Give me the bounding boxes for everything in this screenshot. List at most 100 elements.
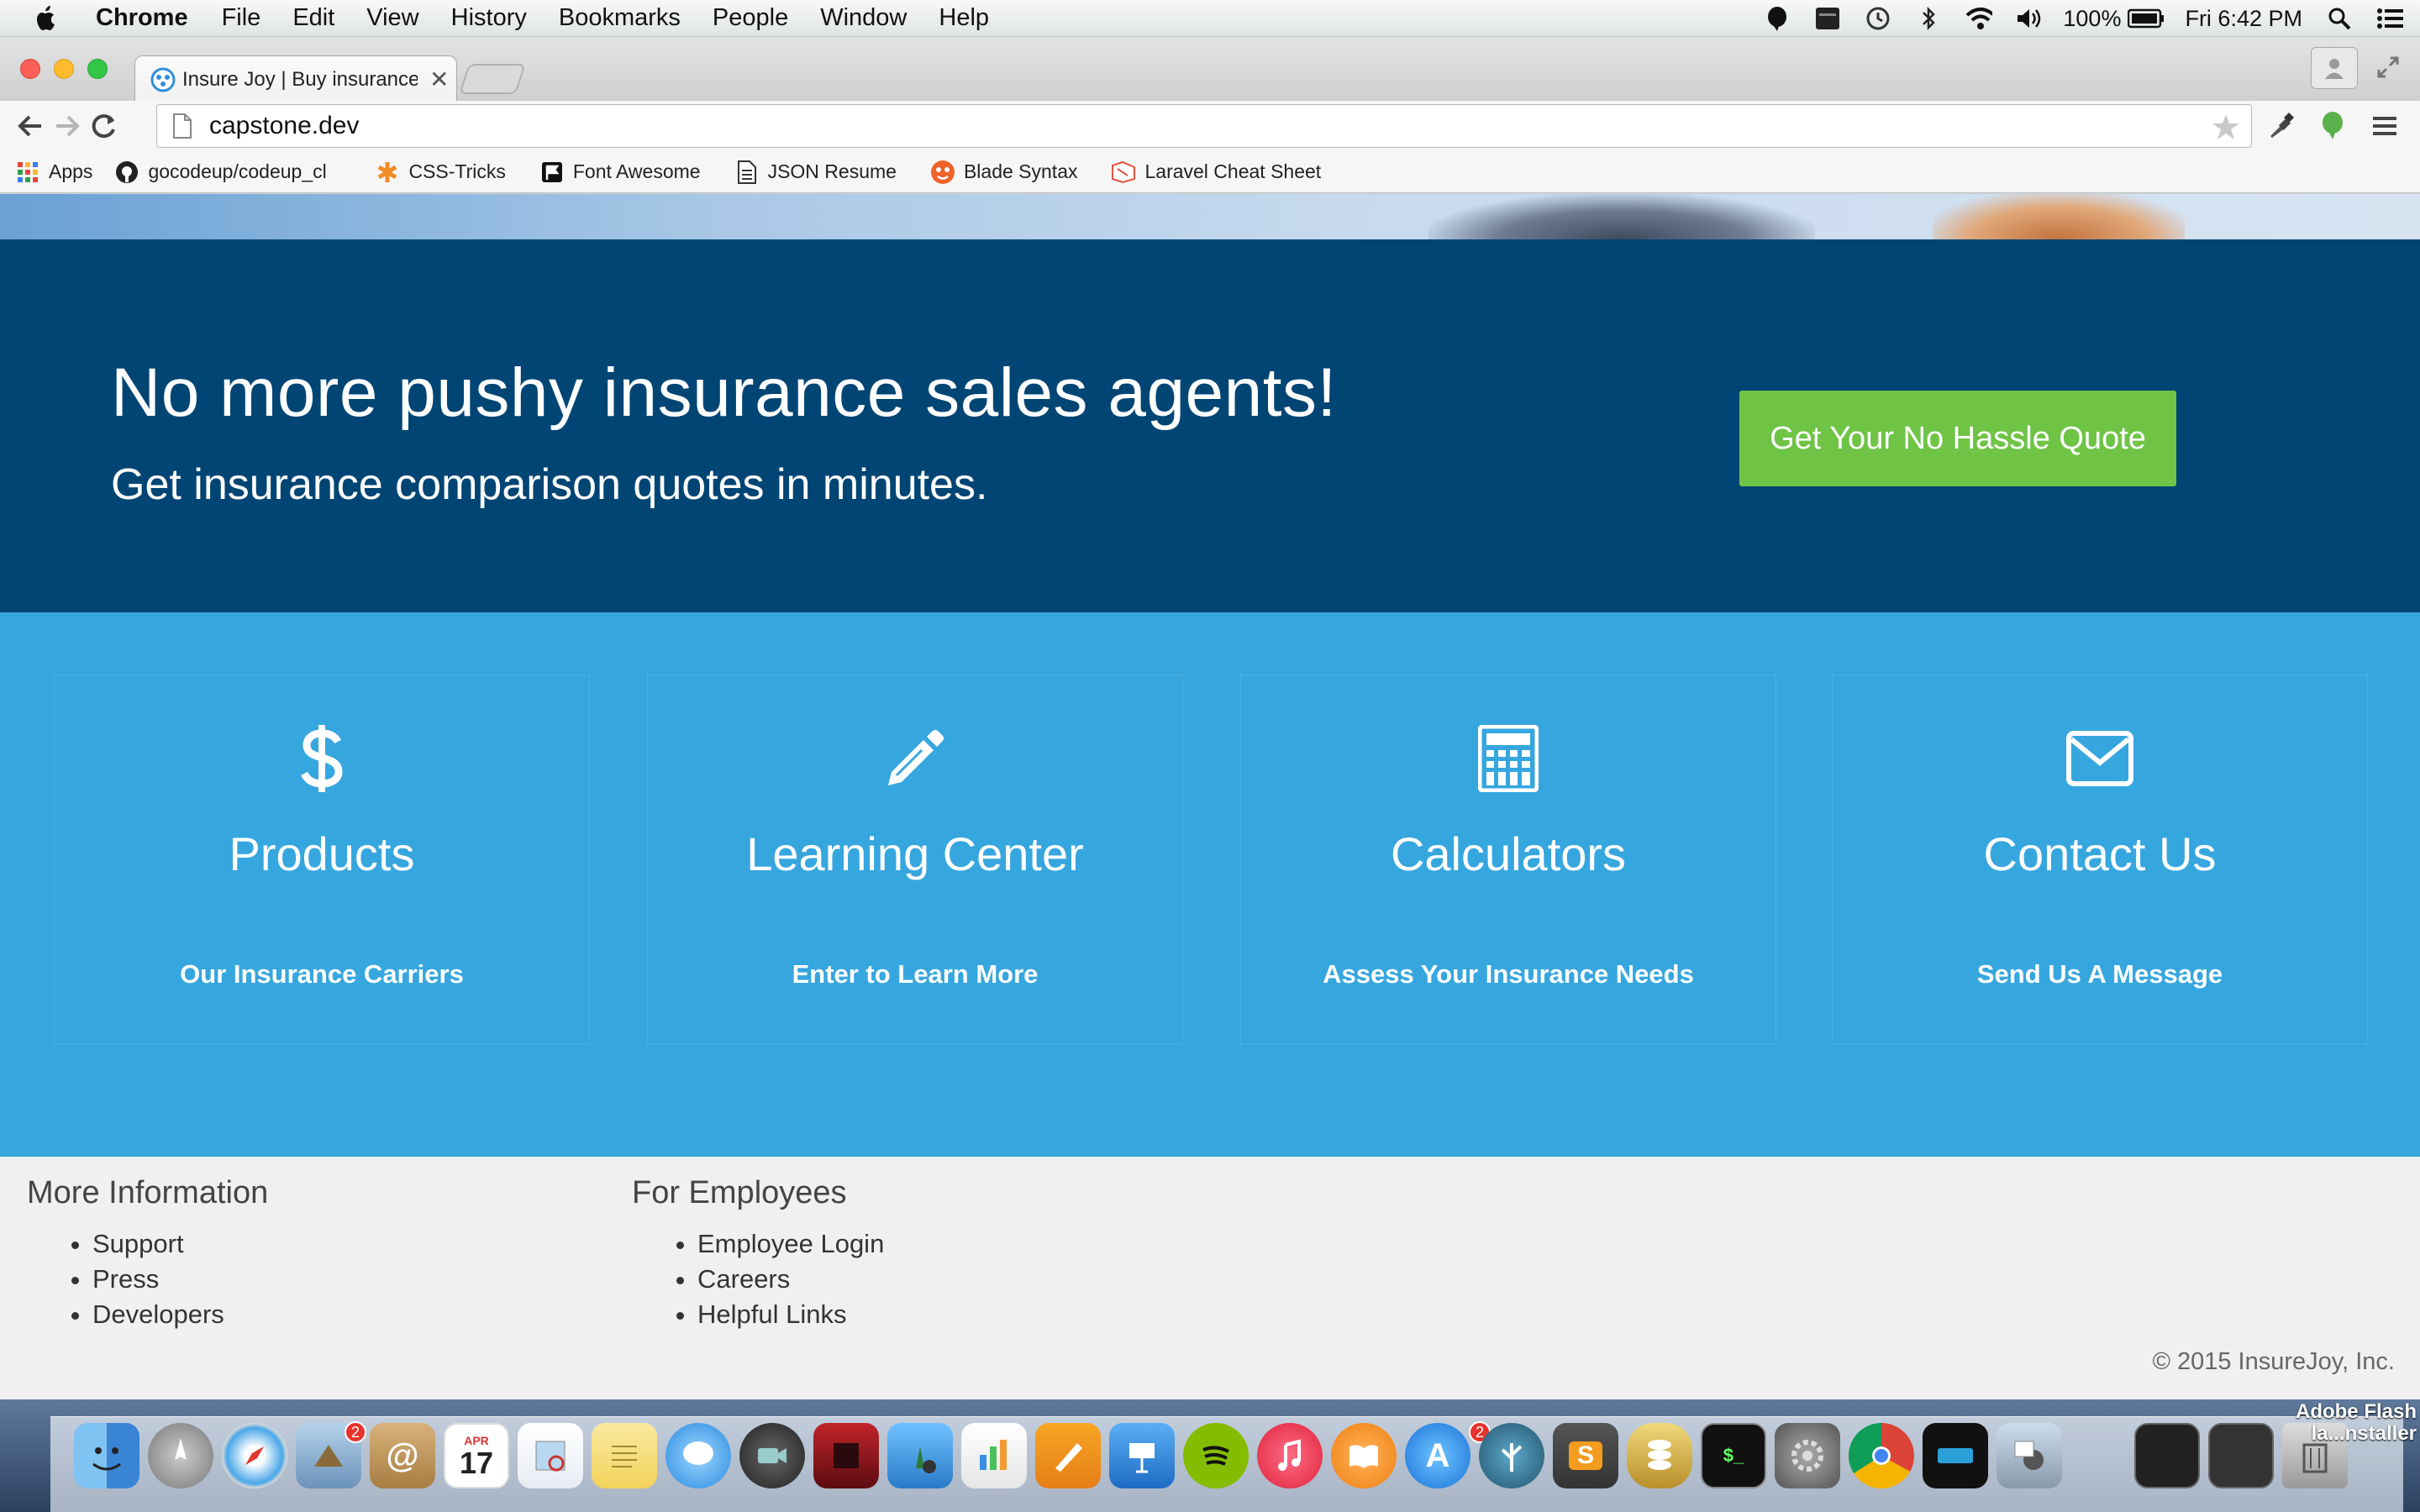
sourcetree-icon[interactable] (1479, 1423, 1544, 1488)
clock[interactable]: Fri 6:42 PM (2185, 6, 2302, 32)
fullscreen-icon[interactable] (2373, 52, 2403, 82)
sequel-pro-icon[interactable] (1627, 1423, 1692, 1488)
notification-center-icon[interactable] (2376, 5, 2403, 32)
keynote-icon[interactable] (1109, 1423, 1175, 1488)
safari-icon[interactable] (222, 1423, 287, 1488)
sublime-glyph: S (1568, 1441, 1602, 1470)
back-icon[interactable] (13, 109, 47, 143)
terminal-icon[interactable]: $_ (1701, 1423, 1766, 1488)
address-bar[interactable]: capstone.dev (156, 104, 2252, 148)
bookmark-label: Font Awesome (572, 160, 701, 182)
sublime-text-icon[interactable]: S (1553, 1423, 1618, 1488)
bookmark-star-icon[interactable] (2211, 112, 2241, 142)
tab-close-icon[interactable]: ✕ (429, 66, 449, 93)
feature-card-products[interactable]: Products Our Insurance Carriers (54, 675, 590, 1044)
footer-link-support[interactable]: Support (92, 1226, 268, 1262)
feature-link-learn[interactable]: Enter to Learn More (648, 959, 1182, 990)
menu-edit[interactable]: Edit (292, 4, 334, 32)
menu-window[interactable]: Window (820, 4, 907, 32)
get-quote-button[interactable]: Get Your No Hassle Quote (1739, 391, 2176, 486)
footer-link-press[interactable]: Press (92, 1262, 268, 1297)
feature-link-carriers[interactable]: Our Insurance Carriers (55, 959, 589, 990)
menu-bookmarks[interactable]: Bookmarks (559, 4, 681, 32)
tab-insure-joy[interactable]: Insure Joy | Buy insurance w ✕ (134, 55, 457, 102)
launchpad-icon[interactable] (148, 1423, 213, 1488)
footer-link-helpful-links[interactable]: Helpful Links (697, 1297, 884, 1332)
reload-icon[interactable] (87, 109, 121, 143)
battery-icon[interactable] (2128, 5, 2165, 32)
menu-app-name[interactable]: Chrome (96, 4, 188, 32)
bookmark-blade-syntax[interactable]: Blade Syntax (930, 160, 1078, 185)
notes-icon[interactable] (592, 1423, 657, 1488)
dock-notification-label: Adobe Flash la...nstaller (2296, 1401, 2417, 1445)
browser-toolbar: capstone.dev (0, 101, 2420, 151)
menu-view[interactable]: View (366, 4, 418, 32)
spotify-icon[interactable] (1183, 1423, 1249, 1488)
preview-icon[interactable] (518, 1423, 583, 1488)
footer-link-careers[interactable]: Careers (697, 1262, 884, 1297)
feature-card-contact-us[interactable]: Contact Us Send Us A Message (1832, 675, 2368, 1044)
menu-people[interactable]: People (713, 4, 788, 32)
banner-headline: No more pushy insurance sales agents! (111, 354, 1337, 431)
system-preferences-icon[interactable] (1775, 1423, 1840, 1488)
chrome-menu-icon[interactable] (2366, 108, 2403, 144)
window-zoom-button[interactable] (87, 59, 108, 79)
bookmark-font-awesome[interactable]: Font Awesome (539, 160, 701, 185)
hero-image (0, 194, 2420, 239)
bookmarks-bar: Apps gocodeup/codeup_cl CSS-Tricks Font … (0, 151, 2420, 193)
bookmark-json-resume[interactable]: JSON Resume (734, 160, 897, 185)
bookmark-apps[interactable]: Apps (15, 160, 92, 185)
tab-strip: Insure Joy | Buy insurance w ✕ (0, 37, 2420, 102)
menu-help[interactable]: Help (939, 4, 989, 32)
cta-banner: No more pushy insurance sales agents! Ge… (0, 239, 2420, 612)
evernote-icon[interactable] (1764, 5, 1791, 32)
apple-menu-icon[interactable] (34, 4, 59, 33)
profile-icon[interactable] (2311, 47, 2358, 89)
menu-history[interactable]: History (451, 4, 527, 32)
time-machine-icon[interactable] (1865, 5, 1891, 32)
footer-link-employee-login[interactable]: Employee Login (697, 1226, 884, 1262)
minimized-window-thumbnail[interactable] (2134, 1423, 2200, 1488)
istat-icon[interactable] (1814, 5, 1841, 32)
menu-file[interactable]: File (222, 4, 261, 32)
app-store-icon[interactable]: A (1405, 1423, 1470, 1488)
feature-card-learning-center[interactable]: Learning Center Enter to Learn More (647, 675, 1183, 1044)
chrome-icon[interactable] (1849, 1423, 1914, 1488)
forward-icon[interactable] (50, 109, 84, 143)
minimized-window-thumbnail[interactable] (2208, 1423, 2274, 1488)
bookmark-laravel-cheat-sheet[interactable]: Laravel Cheat Sheet (1111, 160, 1321, 185)
footer-link-developers[interactable]: Developers (92, 1297, 268, 1332)
numbers-icon[interactable] (961, 1423, 1027, 1488)
facetime-icon[interactable] (739, 1423, 805, 1488)
window-close-button[interactable] (20, 59, 40, 79)
spotlight-icon[interactable] (2326, 5, 2353, 32)
page-viewport: No more pushy insurance sales agents! Ge… (0, 194, 2420, 1399)
window-minimize-button[interactable] (54, 59, 74, 79)
bookmark-label: Blade Syntax (963, 160, 1078, 182)
ibooks-icon[interactable] (1331, 1423, 1397, 1488)
image-capture-icon[interactable] (1996, 1423, 2062, 1488)
wifi-icon[interactable] (1965, 5, 1993, 32)
bookmark-css-tricks[interactable]: CSS-Tricks (375, 160, 506, 185)
itunes-icon[interactable] (1257, 1423, 1323, 1488)
bluetooth-icon[interactable] (1915, 5, 1942, 32)
feature-card-calculators[interactable]: Calculators Assess Your Insurance Needs (1240, 675, 1776, 1044)
finder-icon[interactable] (74, 1423, 139, 1488)
calendar-icon[interactable]: APR 17 (444, 1423, 509, 1488)
iphoto-icon[interactable] (887, 1423, 953, 1488)
dollar-icon (284, 721, 360, 796)
feature-link-message[interactable]: Send Us A Message (1833, 959, 2367, 990)
url-text: capstone.dev (209, 112, 360, 139)
volume-icon[interactable] (2016, 5, 2043, 32)
evernote-extension-icon[interactable] (2314, 108, 2351, 144)
feature-link-assess[interactable]: Assess Your Insurance Needs (1241, 959, 1776, 990)
eyedropper-icon[interactable] (2262, 108, 2299, 144)
photo-booth-icon[interactable] (813, 1423, 879, 1488)
pages-icon[interactable] (1035, 1423, 1101, 1488)
contacts-icon[interactable]: @ (370, 1423, 435, 1488)
new-tab-button[interactable] (459, 64, 526, 94)
battery-percent: 100% (2063, 5, 2122, 31)
gopro-icon[interactable] (1923, 1423, 1988, 1488)
bookmark-github[interactable]: gocodeup/codeup_cl (114, 160, 341, 185)
messages-icon[interactable] (666, 1423, 731, 1488)
